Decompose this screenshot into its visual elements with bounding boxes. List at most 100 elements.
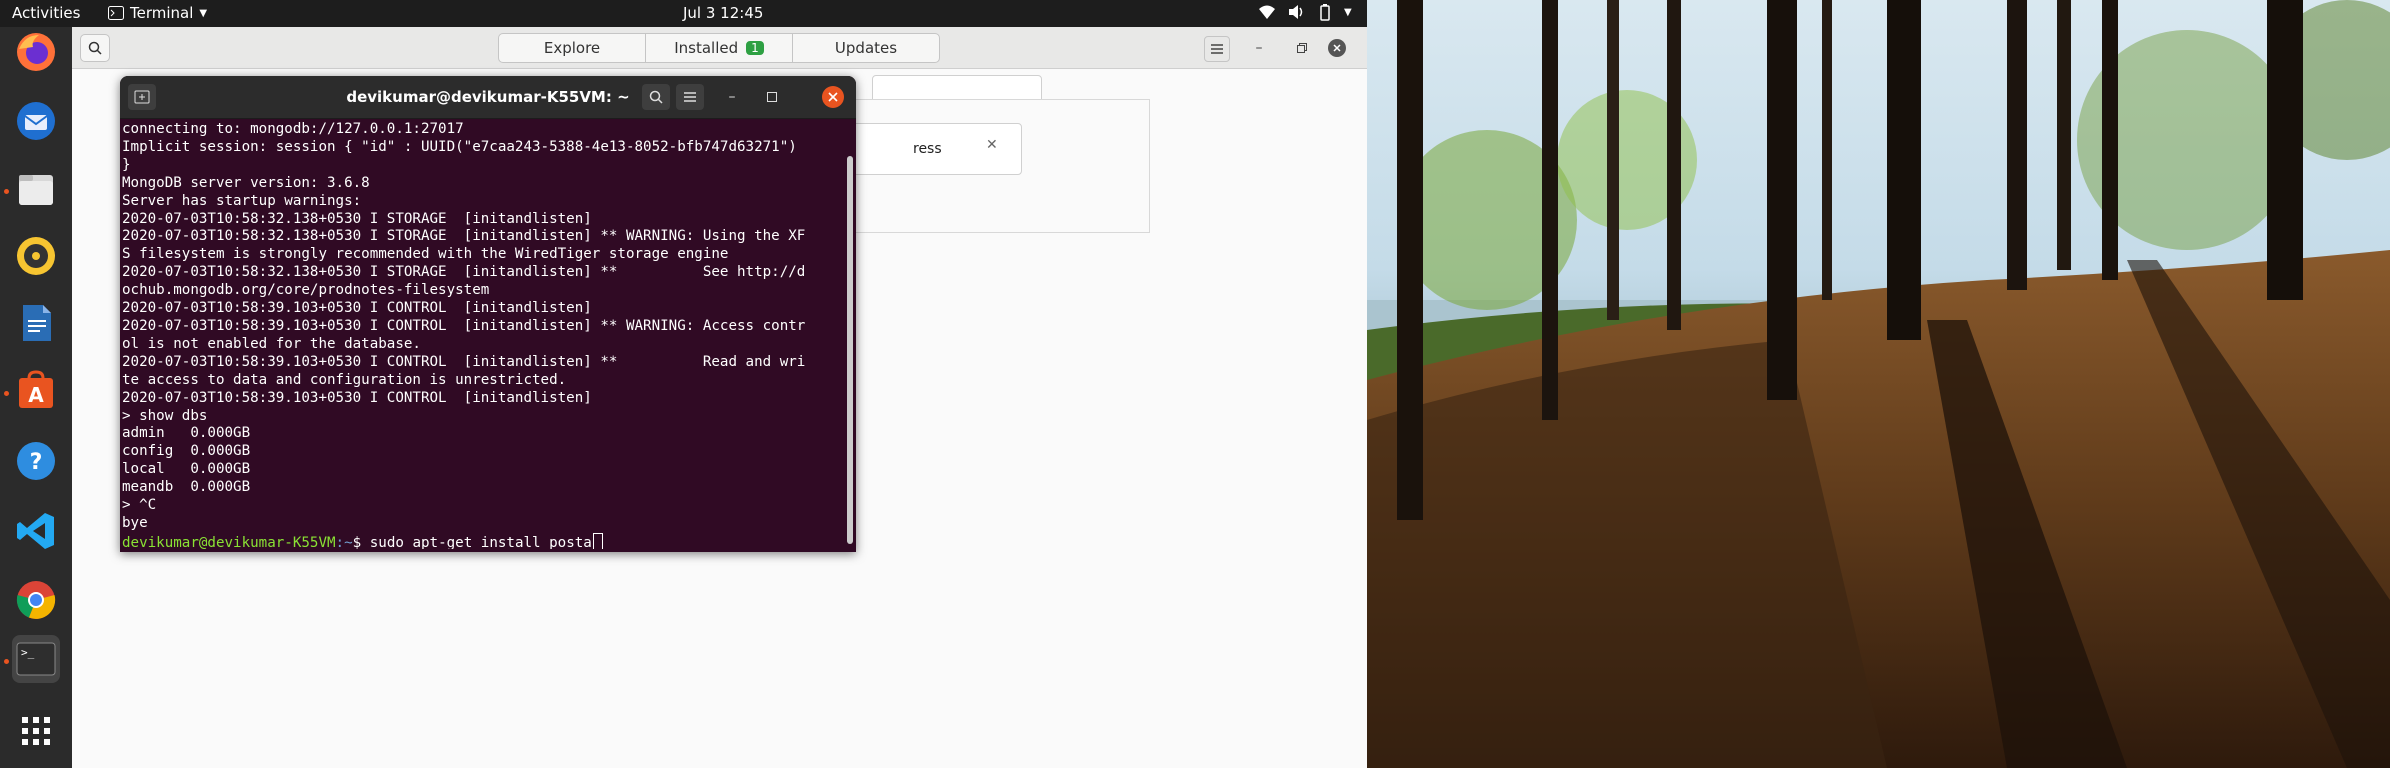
terminal-search-button[interactable]: [642, 84, 670, 110]
terminal-line: MongoDB server version: 3.6.8: [122, 174, 370, 191]
terminal-line: config 0.000GB: [122, 443, 251, 460]
terminal-scrollbar[interactable]: [847, 156, 853, 544]
terminal-maximize-button[interactable]: [758, 84, 786, 110]
terminal-small-icon: [108, 6, 124, 20]
terminal-line: 2020-07-03T10:58:39.103+0530 I CONTROL […: [122, 300, 592, 317]
terminal-line: Server has startup warnings:: [122, 192, 362, 209]
vscode-icon: [17, 513, 54, 549]
show-apps-icon: [22, 717, 50, 745]
files-icon: [19, 175, 53, 205]
prompt-symbol: $: [352, 534, 370, 549]
search-icon: [649, 90, 663, 104]
dock: A ? >_: [0, 27, 72, 768]
prompt-user: devikumar@devikumar-K55VM: [122, 534, 336, 549]
chrome-icon: [16, 581, 56, 619]
svg-text:A: A: [28, 383, 44, 407]
terminal-prompt-line[interactable]: devikumar@devikumar-K55VM:~$ sudo apt-ge…: [122, 532, 844, 549]
hamburger-icon: [1211, 44, 1223, 54]
terminal-line: Implicit session: session { "id" : UUID(…: [122, 138, 797, 155]
terminal-line: ol is not enabled for the database.: [122, 335, 421, 352]
command-input[interactable]: sudo apt-get install posta: [370, 535, 592, 549]
terminal-line: 2020-07-03T10:58:39.103+0530 I CONTROL […: [122, 389, 592, 406]
software-search-button[interactable]: [80, 34, 110, 62]
dock-rhythmbox[interactable]: [12, 232, 60, 280]
rhythmbox-icon: [17, 237, 55, 275]
terminal-menu-button[interactable]: [676, 84, 704, 110]
tab-label: Updates: [834, 39, 898, 57]
terminal-line: admin 0.000GB: [122, 425, 251, 442]
dock-show-apps[interactable]: [12, 707, 60, 755]
tab-installed[interactable]: Installed 1: [646, 34, 793, 62]
battery-icon: [1320, 4, 1330, 21]
terminal-line: }: [122, 156, 131, 173]
terminal-line: 2020-07-03T10:58:32.138+0530 I STORAGE […: [122, 264, 806, 281]
firefox-icon: [17, 33, 55, 71]
software-tabs: Explore Installed 1 Updates: [498, 33, 940, 63]
dock-software[interactable]: A: [12, 367, 60, 415]
terminal-window[interactable]: devikumar@devikumar-K55VM: ~ – connectin…: [120, 76, 856, 552]
prompt-path: :~: [335, 534, 353, 549]
software-notification: ress ✕: [852, 123, 1022, 175]
notification-close-icon[interactable]: ✕: [986, 137, 998, 153]
running-indicator: [4, 189, 9, 194]
top-bar: Activities Terminal ▼ Jul 3 12:45 ▼: [0, 0, 1367, 27]
help-icon: ?: [17, 442, 55, 480]
terminal-line: bye: [122, 514, 148, 531]
close-icon: [1328, 39, 1346, 57]
clock[interactable]: Jul 3 12:45: [683, 4, 763, 22]
terminal-line: 2020-07-03T10:58:39.103+0530 I CONTROL […: [122, 353, 806, 370]
terminal-minimize-button[interactable]: –: [718, 84, 746, 110]
terminal-line: > show dbs: [122, 407, 208, 424]
software-menu-button[interactable]: [1204, 36, 1230, 62]
maximize-icon: [767, 92, 777, 102]
terminal-line: local 0.000GB: [122, 461, 251, 478]
restore-icon: [1297, 43, 1307, 53]
software-restore-button[interactable]: [1290, 36, 1314, 60]
dock-chrome[interactable]: [12, 576, 60, 624]
software-close-button[interactable]: [1325, 36, 1349, 60]
terminal-line: 2020-07-03T10:58:39.103+0530 I CONTROL […: [122, 317, 806, 334]
writer-icon: [23, 305, 51, 341]
running-indicator: [4, 391, 9, 396]
search-icon: [88, 41, 102, 55]
terminal-output[interactable]: connecting to: mongodb://127.0.0.1:27017…: [122, 121, 844, 549]
terminal-line: S filesystem is strongly recommended wit…: [122, 246, 729, 263]
software-minimize-button[interactable]: –: [1247, 36, 1271, 60]
activities-button[interactable]: Activities: [12, 4, 80, 22]
app-menu[interactable]: Terminal ▼: [108, 4, 207, 22]
dock-files[interactable]: [12, 166, 60, 214]
dock-vscode[interactable]: [12, 507, 60, 555]
svg-text:>_: >_: [21, 646, 35, 659]
desktop-wallpaper: [1367, 0, 2390, 768]
dock-firefox[interactable]: [12, 28, 60, 76]
tab-label: Installed: [674, 39, 739, 57]
dock-terminal[interactable]: >_: [12, 635, 60, 683]
svg-text:?: ?: [30, 450, 43, 475]
dock-thunderbird[interactable]: [12, 97, 60, 145]
terminal-line: 2020-07-03T10:58:32.138+0530 I STORAGE […: [122, 210, 592, 227]
tab-label: Explore: [543, 39, 601, 57]
volume-icon: [1289, 5, 1303, 19]
notification-text: ress: [913, 141, 942, 157]
tab-updates[interactable]: Updates: [793, 34, 939, 62]
software-header: Explore Installed 1 Updates –: [72, 27, 1367, 69]
tab-explore[interactable]: Explore: [499, 34, 646, 62]
chevron-down-icon: ▼: [199, 7, 208, 19]
terminal-icon: >_: [16, 642, 56, 676]
terminal-line: te access to data and configuration is u…: [122, 371, 567, 388]
wifi-icon: [1259, 5, 1275, 19]
terminal-line: connecting to: mongodb://127.0.0.1:27017: [122, 121, 464, 137]
dock-writer[interactable]: [12, 299, 60, 347]
terminal-close-button[interactable]: [822, 86, 844, 108]
terminal-line: meandb 0.000GB: [122, 479, 251, 496]
app-name: Terminal: [130, 4, 194, 22]
terminal-line: 2020-07-03T10:58:32.138+0530 I STORAGE […: [122, 228, 806, 245]
terminal-line: ochub.mongodb.org/core/prodnotes-filesys…: [122, 282, 490, 299]
hamburger-icon: [684, 92, 696, 102]
text-cursor: [592, 532, 603, 549]
dock-help[interactable]: ?: [12, 437, 60, 485]
forest-wallpaper-image: [1367, 0, 2390, 768]
system-tray[interactable]: ▼: [1258, 3, 1352, 21]
running-indicator: [4, 659, 9, 664]
terminal-titlebar[interactable]: devikumar@devikumar-K55VM: ~ –: [120, 76, 856, 119]
